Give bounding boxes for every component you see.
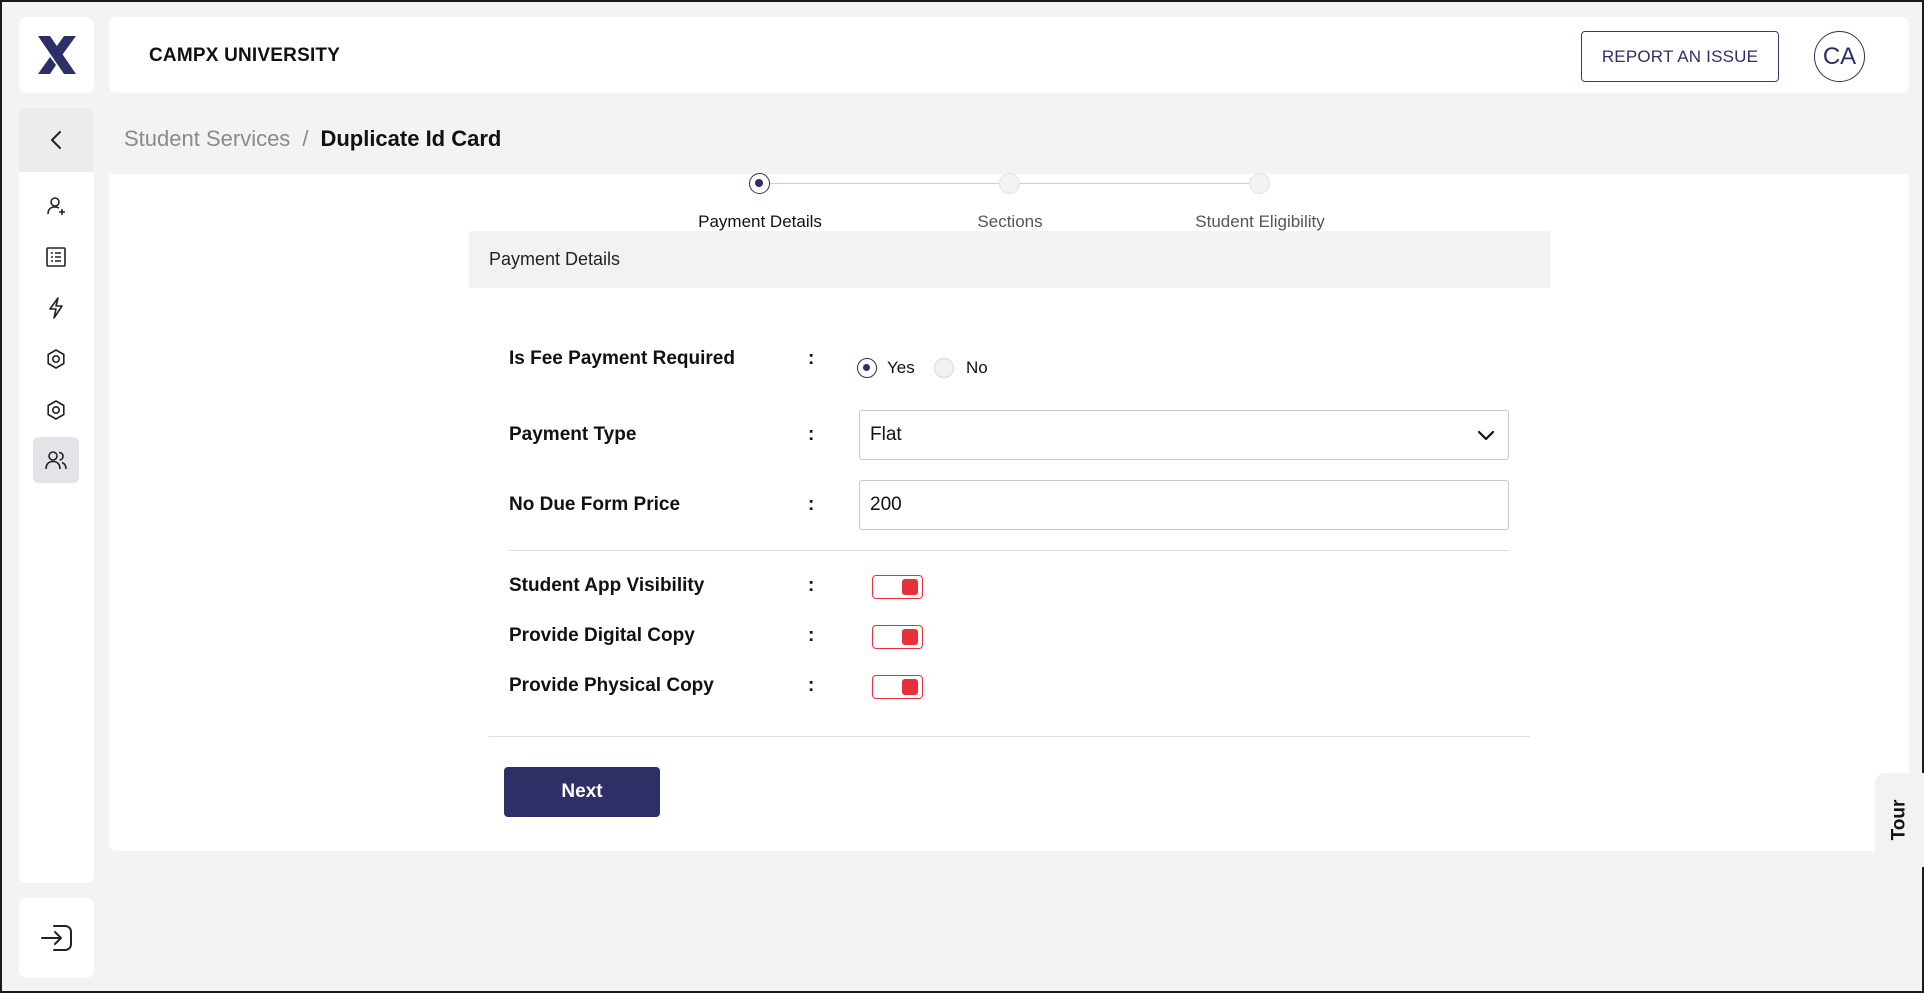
- fee-required-colon: :: [808, 348, 815, 369]
- section-title: Payment Details: [489, 249, 621, 269]
- fee-required-no-label[interactable]: No: [966, 358, 988, 378]
- logout-button[interactable]: [19, 898, 94, 978]
- settings-icon: [47, 349, 65, 369]
- sidebar-item-configuration[interactable]: [33, 387, 79, 433]
- physical-copy-colon: :: [808, 675, 815, 696]
- step-3-label[interactable]: Student Eligibility: [1195, 212, 1324, 232]
- sidebar-item-user-add[interactable]: [33, 183, 79, 229]
- document-list-icon: [46, 247, 66, 267]
- next-button[interactable]: Next: [504, 767, 660, 817]
- physical-copy-label: Provide Physical Copy: [509, 675, 714, 696]
- payment-type-value: Flat: [870, 424, 902, 445]
- users-icon: [45, 451, 67, 470]
- digital-copy-label: Provide Digital Copy: [509, 625, 695, 646]
- payment-type-colon: :: [808, 424, 815, 445]
- price-colon: :: [808, 494, 815, 515]
- physical-copy-toggle[interactable]: [872, 675, 923, 699]
- price-label: No Due Form Price: [509, 494, 681, 515]
- user-avatar[interactable]: CA: [1814, 31, 1865, 82]
- price-input[interactable]: [859, 480, 1509, 530]
- digital-copy-colon: :: [808, 625, 815, 646]
- chevron-down-icon: [1477, 430, 1495, 441]
- fee-required-yes-label[interactable]: Yes: [887, 358, 915, 378]
- logout-icon: [40, 925, 72, 951]
- settings-icon: [47, 400, 65, 420]
- fee-required-label: Is Fee Payment Required: [509, 348, 735, 369]
- institution-name: CAMPX UNIVERSITY: [149, 45, 341, 66]
- breadcrumb-parent-link[interactable]: Student Services: [124, 126, 290, 152]
- breadcrumb-separator: /: [302, 126, 309, 151]
- section-header: Payment Details: [469, 231, 1550, 288]
- user-add-icon: [47, 197, 65, 215]
- tour-label: Tour: [1888, 799, 1910, 841]
- chevron-left-icon: [50, 131, 61, 149]
- step-1-indicator[interactable]: [749, 173, 770, 194]
- student-app-visibility-colon: :: [808, 575, 815, 596]
- sidebar-item-documents[interactable]: [33, 234, 79, 280]
- page-title: Duplicate Id Card: [320, 126, 502, 151]
- payment-type-label: Payment Type: [509, 424, 637, 445]
- breadcrumb: Student Services / Duplicate Id Card: [124, 126, 501, 152]
- step-1-label[interactable]: Payment Details: [698, 212, 822, 232]
- fee-required-yes-radio[interactable]: [857, 358, 877, 378]
- step-2-label[interactable]: Sections: [977, 212, 1042, 232]
- actions-divider: [489, 736, 1530, 737]
- fee-required-no-radio[interactable]: [934, 358, 954, 378]
- step-2-indicator[interactable]: [999, 173, 1020, 194]
- app-logo[interactable]: [19, 17, 94, 93]
- top-header: CAMPX UNIVERSITY REPORT AN ISSUE CA: [109, 17, 1909, 93]
- sidebar-item-student-services[interactable]: [33, 437, 79, 483]
- student-app-visibility-label: Student App Visibility: [509, 575, 705, 596]
- sidebar-item-quick-actions[interactable]: [33, 285, 79, 331]
- student-app-visibility-toggle[interactable]: [872, 575, 923, 599]
- sidebar-back-button[interactable]: [19, 108, 94, 172]
- campx-logo-icon: [37, 36, 76, 74]
- lightning-icon: [49, 297, 63, 319]
- digital-copy-toggle[interactable]: [872, 625, 923, 649]
- payment-type-select[interactable]: Flat: [859, 410, 1509, 460]
- form-divider: [509, 550, 1509, 551]
- sidebar: [19, 108, 94, 883]
- tour-tab[interactable]: Tour: [1875, 773, 1924, 867]
- report-issue-button[interactable]: REPORT AN ISSUE: [1581, 31, 1779, 82]
- step-3-indicator[interactable]: [1249, 173, 1270, 194]
- sidebar-item-settings[interactable]: [33, 336, 79, 382]
